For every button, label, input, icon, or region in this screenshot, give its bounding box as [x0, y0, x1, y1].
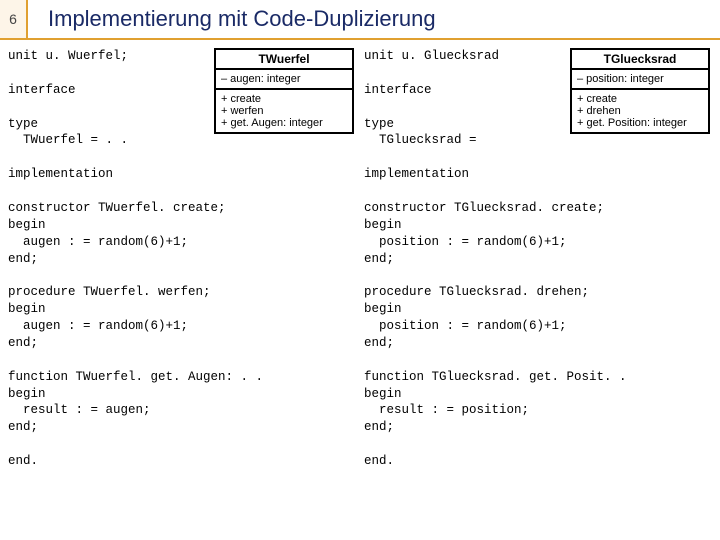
- uml-op: + create: [577, 93, 703, 105]
- uml-class-name: TGluecksrad: [572, 50, 708, 70]
- uml-operations: + create + drehen + get. Position: integ…: [572, 90, 708, 132]
- slide-content: TWuerfel – augen: integer + create + wer…: [0, 40, 720, 470]
- left-column: TWuerfel – augen: integer + create + wer…: [8, 48, 356, 470]
- right-column: TGluecksrad – position: integer + create…: [364, 48, 712, 470]
- uml-class-name: TWuerfel: [216, 50, 352, 70]
- slide-title: Implementierung mit Code-Duplizierung: [28, 6, 720, 32]
- uml-operations: + create + werfen + get. Augen: integer: [216, 90, 352, 132]
- slide-header: 6 Implementierung mit Code-Duplizierung: [0, 0, 720, 40]
- uml-op: + create: [221, 93, 347, 105]
- uml-op: + drehen: [577, 105, 703, 117]
- uml-box-tgluecksrad: TGluecksrad – position: integer + create…: [570, 48, 710, 134]
- uml-op: + get. Augen: integer: [221, 117, 347, 129]
- uml-box-twuerfel: TWuerfel – augen: integer + create + wer…: [214, 48, 354, 134]
- uml-attributes: – position: integer: [572, 70, 708, 90]
- uml-attributes: – augen: integer: [216, 70, 352, 90]
- slide-number: 6: [0, 0, 28, 38]
- uml-op: + werfen: [221, 105, 347, 117]
- uml-op: + get. Position: integer: [577, 117, 703, 129]
